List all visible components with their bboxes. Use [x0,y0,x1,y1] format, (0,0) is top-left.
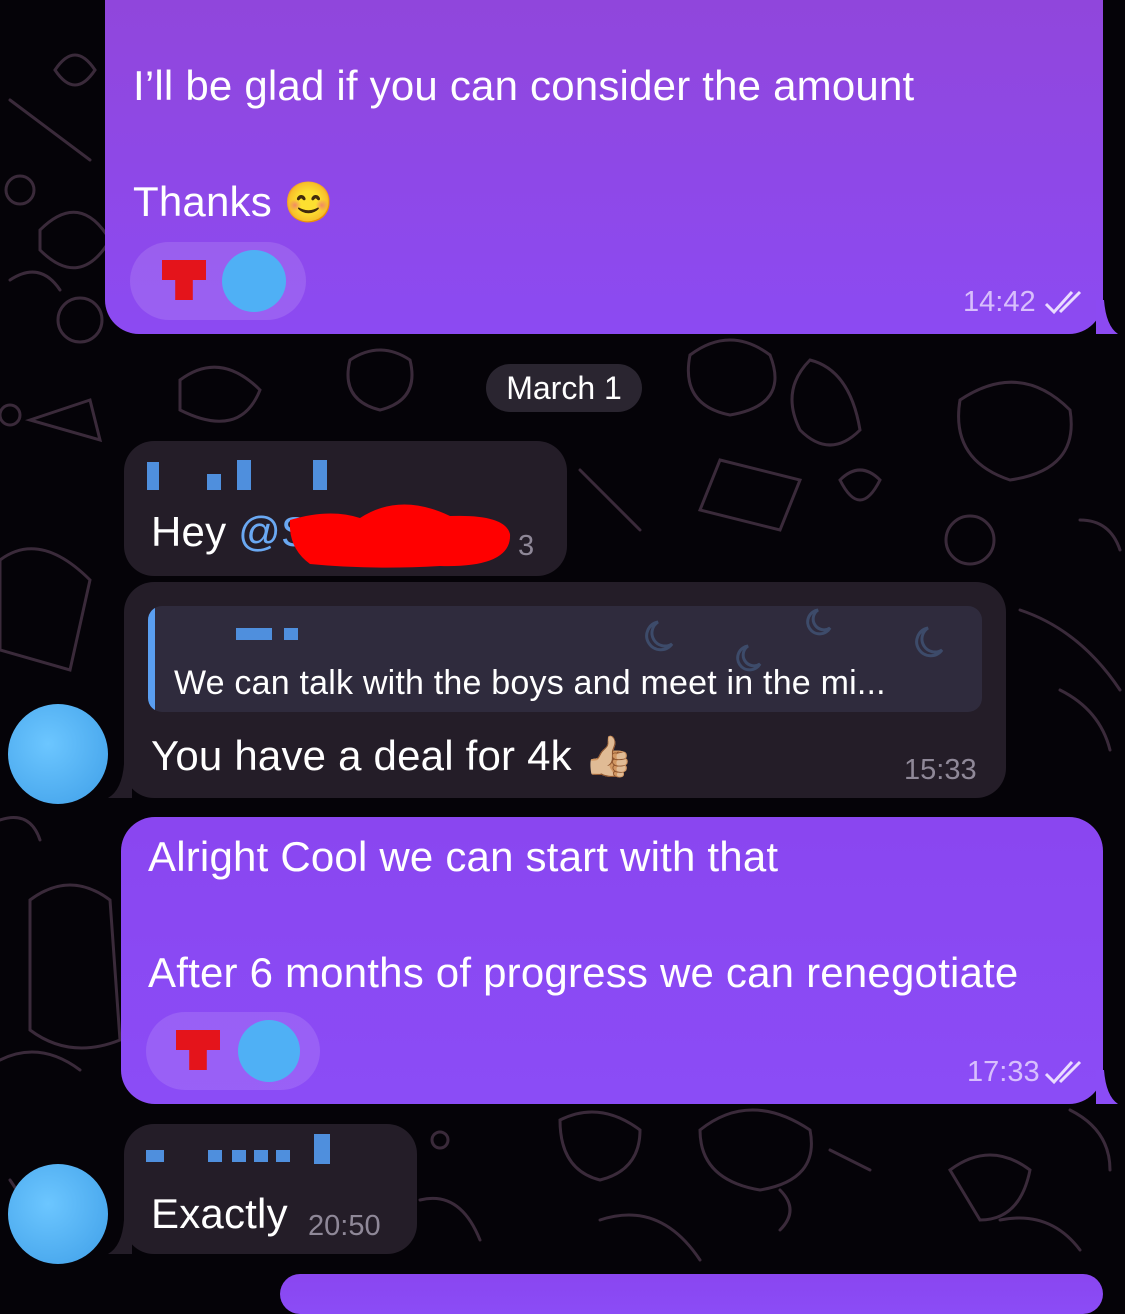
bubble-tail [108,1220,132,1254]
reaction-chip[interactable] [146,1012,320,1090]
heart-reaction-icon [162,260,206,300]
date-separator: March 1 [486,364,642,412]
message-text: You have a deal for 4k 👍🏼 [151,732,634,780]
sender-name-redacted [146,1134,346,1168]
outgoing-message-bubble[interactable] [280,1274,1103,1314]
message-time: 15:33 [904,754,977,786]
sender-avatar[interactable] [8,1164,108,1264]
message-time: 3 [518,530,535,562]
smile-emoji-icon: 😊 [283,181,334,225]
message-time: 20:50 [308,1210,381,1242]
message-text: Hey @S [151,508,309,556]
message-text: Alright Cool we can start with that [148,833,779,880]
reactor-avatar [238,1020,300,1082]
bubble-tail [108,764,132,798]
message-text: After 6 months of progress we can renego… [148,949,1019,996]
quote-author-redacted [236,628,272,640]
redaction-scribble [290,504,511,568]
reactor-avatar [222,250,286,312]
message-time: 14:42 [963,286,1036,318]
quoted-message-text: We can talk with the boys and meet in th… [174,664,886,702]
message-time: 17:33 [967,1056,1040,1088]
message-text: I’ll be glad if you can consider the amo… [133,62,915,109]
sender-avatar[interactable] [8,704,108,804]
thumbs-up-emoji-icon: 👍🏼 [583,735,634,779]
sender-name-redacted [147,458,347,492]
message-text-line: Hey [151,508,227,555]
double-check-icon [1044,1060,1082,1085]
reaction-chip[interactable] [130,242,306,320]
bubble-tail [1096,1070,1118,1104]
message-text-line: Thanks [133,178,272,225]
message-text: Exactly [151,1190,288,1237]
message-text-line: You have a deal for 4k [151,732,572,779]
reply-quote[interactable]: We can talk with the boys and meet in th… [148,606,982,712]
bubble-tail [1096,300,1118,334]
double-check-icon [1044,290,1082,315]
message-text: Thanks 😊 [133,178,334,226]
quote-accent-bar [148,606,155,712]
heart-reaction-icon [176,1030,220,1070]
